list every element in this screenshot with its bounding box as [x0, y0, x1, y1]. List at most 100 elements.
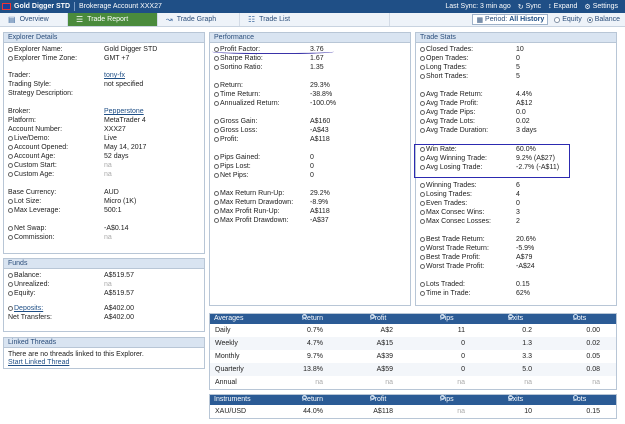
help-icon[interactable] — [420, 263, 425, 269]
help-icon[interactable] — [420, 73, 425, 79]
help-icon[interactable] — [8, 272, 13, 278]
row-value[interactable]: Pepperstone — [104, 107, 144, 116]
column-header[interactable]: Exits — [508, 395, 523, 405]
help-icon[interactable] — [420, 281, 425, 287]
data-row: Max Leverage: 500:1 — [4, 206, 204, 215]
sync-button[interactable]: ↻ Sync — [518, 3, 541, 11]
tab-overview[interactable]: ▤ Overview — [0, 13, 68, 26]
row-key-text: Avg Trade Profit: — [426, 100, 479, 107]
period-select[interactable]: ▦ Period: All History — [472, 14, 549, 25]
help-icon[interactable] — [420, 46, 425, 52]
help-icon[interactable] — [420, 118, 425, 124]
column-header[interactable]: Pips — [440, 395, 454, 405]
info-icon — [370, 314, 375, 319]
gear-icon: ⚙ — [584, 3, 591, 11]
help-icon[interactable] — [420, 209, 425, 215]
help-icon[interactable] — [214, 163, 219, 169]
column-header[interactable]: Exits — [508, 314, 523, 324]
help-icon[interactable] — [214, 154, 219, 160]
data-row: Closed Trades: 10 — [416, 45, 616, 54]
row-key: Winning Trades: — [420, 181, 477, 190]
help-icon[interactable] — [214, 217, 219, 223]
help-icon[interactable] — [420, 200, 425, 206]
help-icon[interactable] — [214, 136, 219, 142]
help-icon[interactable] — [214, 127, 219, 133]
help-icon[interactable] — [420, 109, 425, 115]
help-icon[interactable] — [8, 234, 13, 240]
settings-button[interactable]: ⚙ Settings — [584, 3, 618, 11]
row-key-text: Max Consec Wins: — [426, 209, 485, 216]
help-icon[interactable] — [8, 46, 13, 52]
row-value[interactable]: tony-fx — [104, 71, 125, 80]
column-header[interactable]: Pips — [440, 314, 454, 324]
equity-radio[interactable]: Equity — [554, 16, 582, 23]
help-icon[interactable] — [420, 191, 425, 197]
help-icon[interactable] — [8, 290, 13, 296]
help-icon[interactable] — [214, 55, 219, 61]
help-icon[interactable] — [214, 82, 219, 88]
help-icon[interactable] — [214, 118, 219, 124]
cell-value: 0 — [461, 353, 465, 360]
start-linked-thread-link[interactable]: Start Linked Thread — [8, 358, 69, 367]
help-icon[interactable] — [8, 171, 13, 177]
help-icon[interactable] — [8, 225, 13, 231]
row-key: Custom Age: — [8, 170, 54, 179]
period-controls: ▦ Period: All History Equity Balance — [472, 13, 625, 26]
row-key-text[interactable]: Deposits: — [14, 305, 43, 312]
help-icon[interactable] — [214, 199, 219, 205]
tab-trade-report[interactable]: ☰ Trade Report — [68, 13, 158, 26]
expand-button[interactable]: ↕ Expand — [548, 3, 577, 10]
help-icon[interactable] — [420, 218, 425, 224]
help-icon[interactable] — [8, 281, 13, 287]
data-row: Avg Trade Pips: 0.0 — [416, 108, 616, 117]
help-icon[interactable] — [214, 91, 219, 97]
column-header[interactable]: Return — [302, 395, 323, 405]
help-icon[interactable] — [8, 198, 13, 204]
help-icon[interactable] — [8, 153, 13, 159]
help-icon[interactable] — [420, 55, 425, 61]
tab-label: Overview — [19, 16, 49, 23]
column-header[interactable]: Profit — [370, 314, 386, 324]
row-key: Base Currency: — [8, 188, 56, 197]
help-icon[interactable] — [420, 245, 425, 251]
help-icon[interactable] — [214, 64, 219, 70]
row-value: na — [104, 234, 112, 241]
help-icon[interactable] — [8, 207, 13, 213]
column-header[interactable]: Return — [302, 314, 323, 324]
data-row: Gross Gain: A$160 — [210, 117, 410, 126]
help-icon[interactable] — [8, 144, 13, 150]
column-header[interactable]: Lots — [573, 395, 586, 405]
help-icon[interactable] — [8, 162, 13, 168]
help-icon[interactable] — [420, 91, 425, 97]
help-icon[interactable] — [8, 135, 13, 141]
row-key-text: Max Leverage: — [14, 207, 61, 214]
row-value: 20.6% — [516, 236, 536, 243]
column-header[interactable]: Profit — [370, 395, 386, 405]
help-icon[interactable] — [420, 127, 425, 133]
help-icon[interactable] — [420, 100, 425, 106]
help-icon[interactable] — [420, 290, 425, 296]
data-row: Time in Trade: 62% — [416, 289, 616, 298]
column-header[interactable]: Lots — [573, 314, 586, 324]
balance-radio[interactable]: Balance — [586, 16, 620, 23]
row-value: A$12 — [516, 100, 533, 107]
help-icon[interactable] — [214, 208, 219, 214]
tab-trade-graph[interactable]: ↝ Trade Graph — [158, 13, 240, 26]
help-icon[interactable] — [420, 182, 425, 188]
row-key-text: Platform: — [8, 117, 37, 124]
help-icon[interactable] — [214, 190, 219, 196]
row-key-text: Net Transfers: — [8, 314, 52, 321]
table-row: Monthly 9.7% A$39 0 3.3 0.05 — [210, 350, 616, 363]
help-icon[interactable] — [214, 172, 219, 178]
tab-trade-list[interactable]: ☷ Trade List — [240, 13, 390, 26]
help-icon[interactable] — [214, 100, 219, 106]
table-row: Weekly 4.7% A$15 0 1.3 0.02 — [210, 337, 616, 350]
data-row: Account Age: 52 days — [4, 152, 204, 161]
row-key-text: Sortino Ratio: — [220, 64, 263, 71]
row-value: 0 — [310, 163, 314, 170]
help-icon[interactable] — [420, 254, 425, 260]
help-icon[interactable] — [8, 305, 13, 311]
help-icon[interactable] — [420, 64, 425, 70]
help-icon[interactable] — [8, 55, 13, 61]
help-icon[interactable] — [420, 236, 425, 242]
